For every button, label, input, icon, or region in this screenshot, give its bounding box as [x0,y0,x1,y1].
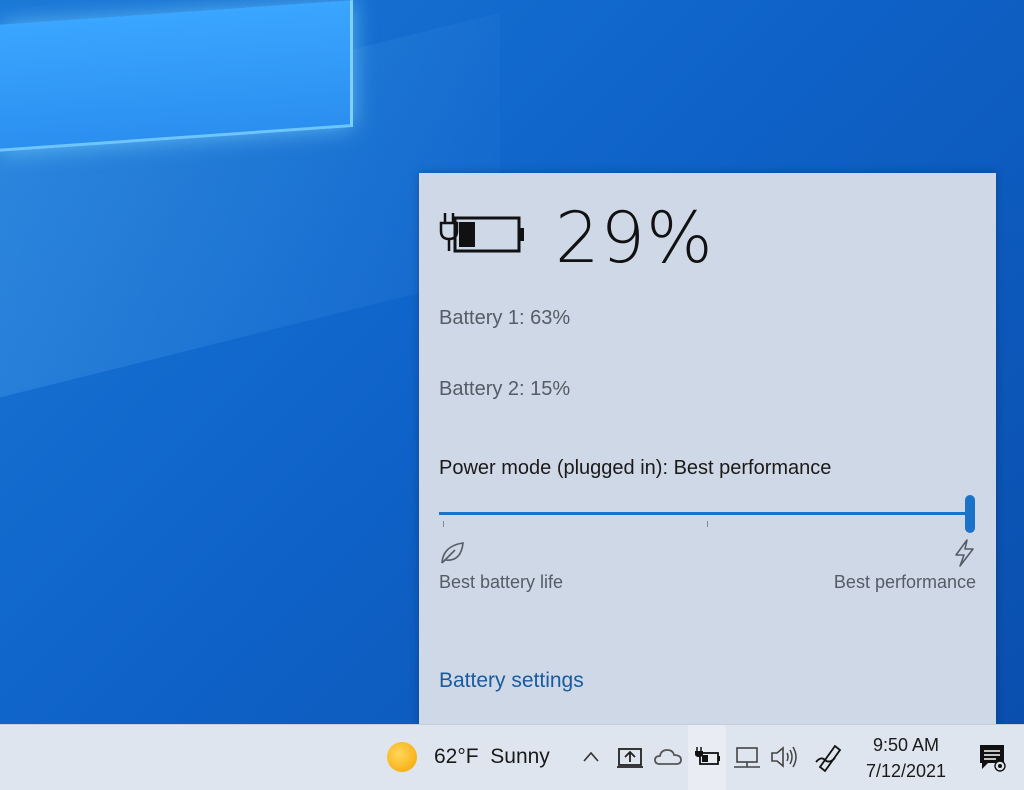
slider-track[interactable] [439,512,969,515]
network-icon[interactable] [731,740,763,774]
battery-1-status: Battery 1: 63% [439,307,571,329]
project-display-icon[interactable] [614,740,646,774]
onedrive-cloud-icon[interactable] [652,740,684,774]
battery-charging-icon[interactable] [691,740,723,774]
battery-flyout: 29% Battery 1: 63% Battery 2: 15% Power … [419,173,996,724]
system-clock[interactable]: 9:50 AM 7/12/2021 [856,732,956,784]
slider-tick [707,521,708,527]
slider-thumb[interactable] [965,495,975,533]
clock-date: 7/12/2021 [865,761,947,781]
lightning-bolt-icon [955,539,974,567]
taskbar: 62°F Sunny 9:50 AM 7/12/2021 [0,724,1024,790]
pen-workspace-icon[interactable] [813,740,845,774]
volume-icon[interactable] [768,740,800,774]
sun-icon[interactable] [387,742,417,772]
best-performance-label: Best performance [833,572,976,592]
battery-2-status: Battery 2: 15% [439,378,571,400]
battery-settings-link[interactable]: Battery settings [439,669,584,693]
power-mode-slider[interactable] [439,495,975,535]
weather-widget[interactable]: 62°F Sunny [434,745,550,769]
wallpaper-window-pane [0,0,353,152]
chevron-up-icon[interactable] [580,743,602,771]
best-battery-life-label: Best battery life [439,572,564,592]
clock-time: 9:50 AM [872,735,940,755]
leaf-icon [441,542,464,564]
battery-charging-icon [439,213,524,253]
power-mode-label: Power mode (plugged in): Best performanc… [439,457,832,479]
action-center-icon[interactable] [976,741,1008,773]
battery-percent: 29% [555,197,714,279]
slider-tick [443,521,444,527]
